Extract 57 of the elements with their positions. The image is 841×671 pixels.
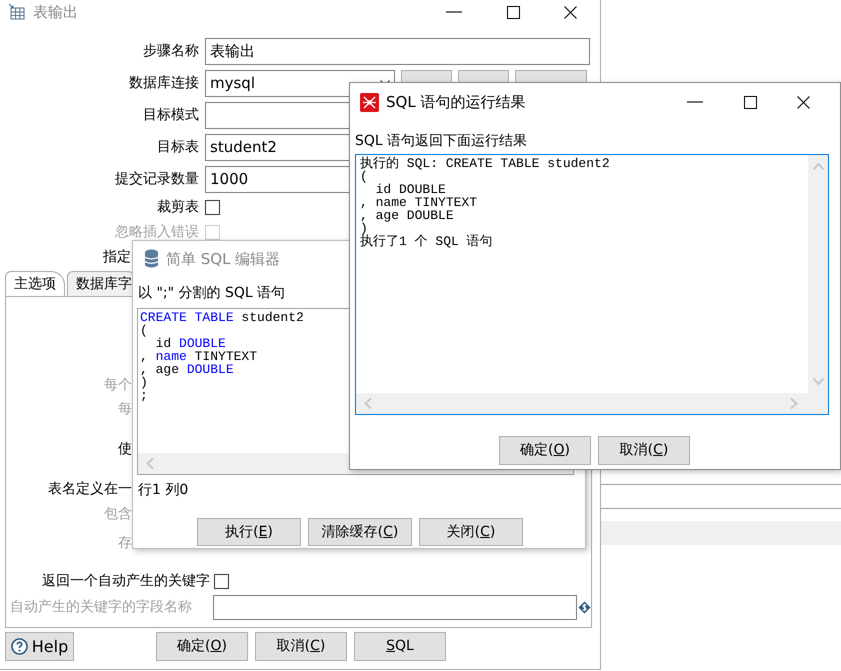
field-label: 包含 <box>103 504 132 524</box>
code-line: , age DOUBLE <box>140 363 235 376</box>
code-line: ) <box>140 376 149 389</box>
code-line: id DOUBLE <box>154 337 227 350</box>
text-field[interactable]: 表输出 <box>205 38 590 64</box>
field-label: 目标模式 <box>142 106 200 124</box>
window-title: 表输出 <box>33 2 78 23</box>
close-icon[interactable] <box>797 96 810 108</box>
field-label: 表名定义在一 <box>47 480 132 498</box>
field-label: 每个 <box>103 376 132 394</box>
code-line: CREATE TABLE student2 <box>140 311 305 324</box>
output-line: 执行了1 个 SQL 语句 <box>360 235 493 248</box>
tab[interactable]: 主选项 <box>5 271 65 296</box>
text-field[interactable] <box>213 594 577 620</box>
maximize-icon[interactable] <box>507 6 520 18</box>
app-icon <box>360 92 379 112</box>
button[interactable]: 取消(C) <box>598 436 690 465</box>
prompt-text: SQL 语句返回下面运行结果 <box>355 132 528 151</box>
field-label: 目标表 <box>156 138 200 156</box>
field-label: 步骤名称 <box>142 42 200 60</box>
prompt-text: 以 ";" 分割的 SQL 语句 <box>138 284 286 303</box>
checkbox[interactable] <box>205 200 220 215</box>
output-line: ) <box>360 222 368 235</box>
close-icon[interactable] <box>564 6 577 18</box>
status-text: 行1 列0 <box>137 480 188 500</box>
button[interactable]: 执行(E) <box>197 518 301 546</box>
field-label: 忽略插入错误 <box>114 223 200 242</box>
output-line: ( <box>360 170 368 183</box>
code-line: ( <box>140 324 149 337</box>
field-label: 自动产生的关键字的字段名称 <box>9 598 193 616</box>
output-line: 执行的 SQL: CREATE TABLE student2 <box>360 157 610 170</box>
button[interactable]: 取消(C) <box>255 632 347 661</box>
code-line: , name TINYTEXT <box>140 350 258 363</box>
field-label: 返回一个自动产生的关键字 <box>41 572 211 590</box>
output-line: , name TINYTEXT <box>360 196 478 209</box>
button[interactable]: 确定(O) <box>499 436 591 465</box>
checkbox[interactable] <box>214 574 229 588</box>
button[interactable]: 确定(O) <box>156 632 248 661</box>
button[interactable]: SQL <box>354 632 446 661</box>
field-label: 每 <box>117 400 132 418</box>
help-icon <box>10 638 28 655</box>
field-label: 指定 <box>102 248 131 267</box>
field-label: 使 <box>117 440 132 458</box>
code-line: ; <box>140 389 149 402</box>
help-button[interactable]: Help <box>5 632 74 661</box>
field-label: 裁剪表 <box>156 198 200 217</box>
output-line: , age DOUBLE <box>360 209 454 222</box>
field-label: 存 <box>117 534 132 552</box>
window-title: 简单 SQL 编辑器 <box>166 248 280 270</box>
button[interactable]: 清除缓存(C) <box>308 518 412 546</box>
output-line: id DOUBLE <box>374 183 446 196</box>
table-icon <box>9 4 25 20</box>
database-icon <box>144 249 159 269</box>
field-label: 数据库连接 <box>128 74 200 92</box>
button[interactable]: 关闭(C) <box>419 518 523 546</box>
field-label: 提交记录数量 <box>114 170 200 188</box>
maximize-icon[interactable] <box>744 96 757 108</box>
